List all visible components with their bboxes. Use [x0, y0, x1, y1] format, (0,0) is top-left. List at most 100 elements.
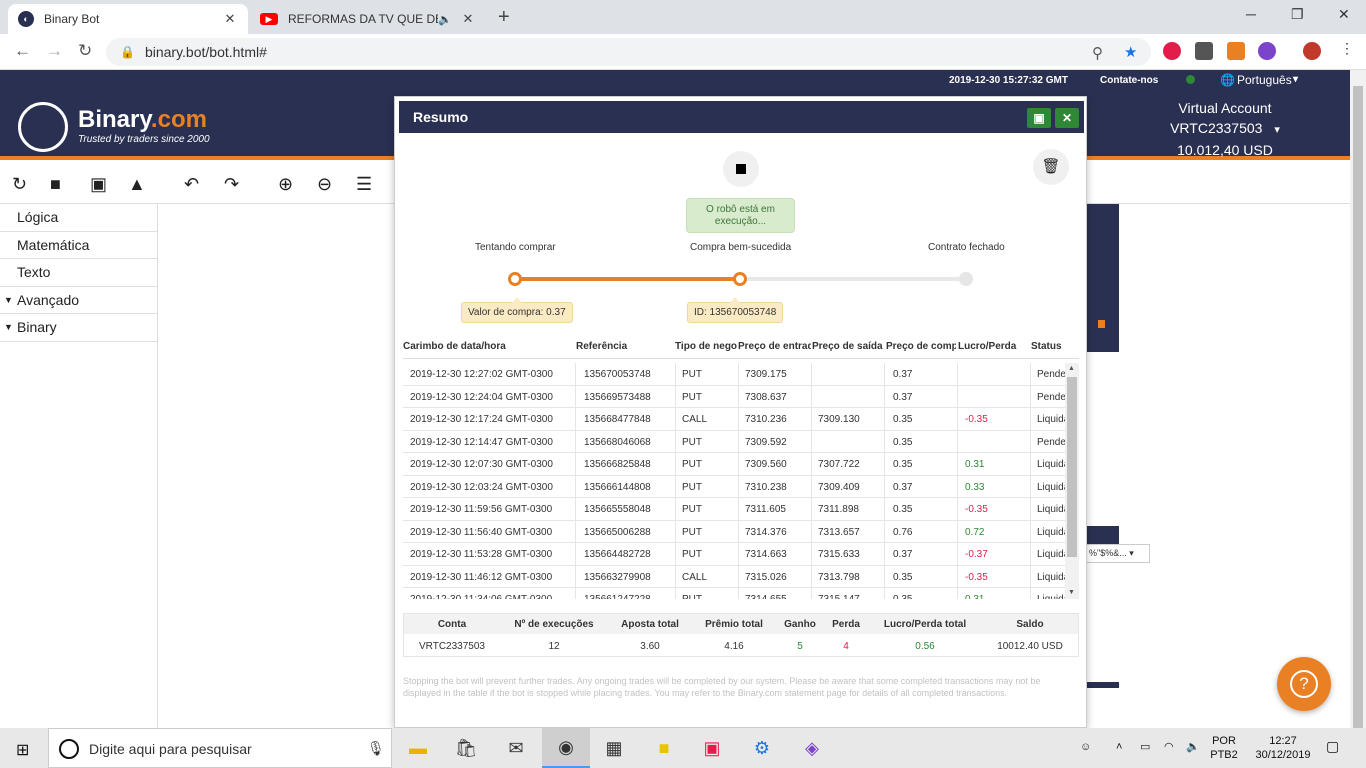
extension-color-icon[interactable]: [1258, 42, 1276, 60]
app-icon[interactable]: ⚙: [738, 728, 786, 768]
reset-icon[interactable]: ↻: [12, 174, 27, 195]
zoom-in-icon[interactable]: ⊕: [278, 174, 293, 195]
menu-icon[interactable]: ⋮: [1340, 40, 1358, 58]
windows-taskbar: ⊞ Digite aqui para pesquisar 🎙 ▬ 🛍 ✉ ◉ ▦…: [0, 728, 1366, 768]
col-status[interactable]: Status: [1031, 341, 1065, 352]
tab-youtube[interactable]: ▶ REFORMAS DA TV QUE DERA 🔈 ✕: [250, 4, 486, 34]
column-divider: [957, 430, 958, 453]
zoom-icon[interactable]: ⚲: [1092, 44, 1103, 62]
table-cell: 2019-12-30 11:34:06 GMT-0300: [410, 594, 570, 599]
folder-open-icon[interactable]: ■: [50, 174, 61, 195]
table-row: 2019-12-30 12:27:02 GMT-0300 135670053748…: [403, 363, 1065, 386]
column-divider: [675, 543, 676, 566]
maximize-icon[interactable]: ❐: [1291, 6, 1304, 23]
sum-col-total-stake: Aposta total: [621, 619, 679, 630]
col-trade-type[interactable]: Tipo de negociação: [675, 341, 737, 352]
table-scrollbar-thumb[interactable]: [1067, 377, 1077, 557]
people-icon[interactable]: ☺: [1080, 740, 1091, 754]
chevron-down-icon[interactable]: ▾: [1293, 74, 1298, 85]
star-icon[interactable]: ★: [1124, 43, 1137, 61]
tab-close-icon[interactable]: ✕: [222, 11, 238, 27]
binary-logo-icon[interactable]: [18, 102, 68, 152]
page-scrollbar[interactable]: [1350, 70, 1366, 736]
cortana-icon[interactable]: [59, 739, 79, 759]
lock-icon[interactable]: 🔒: [120, 45, 135, 59]
scroll-up-icon[interactable]: ▲: [1068, 365, 1075, 372]
brand-tagline: Trusted by traders since 2000: [78, 134, 210, 145]
windows-start-icon[interactable]: ⊞: [16, 740, 29, 760]
window-close-icon[interactable]: ✕: [1338, 6, 1350, 23]
clock[interactable]: 12:27 30/12/2019: [1250, 734, 1316, 762]
sidebar-item-texto[interactable]: Texto: [0, 259, 157, 287]
battery-icon[interactable]: ▭: [1140, 740, 1150, 754]
reload-icon[interactable]: ↻: [78, 41, 92, 61]
help-button[interactable]: ?: [1277, 657, 1331, 711]
undo-icon[interactable]: ↶: [184, 174, 199, 195]
sticky-notes-icon[interactable]: ■: [640, 728, 688, 768]
file-explorer-icon[interactable]: ▬: [394, 728, 442, 768]
extension-megaphone-icon[interactable]: [1227, 42, 1245, 60]
microphone-icon[interactable]: 🎙: [367, 740, 385, 757]
scrollbar-thumb[interactable]: [1353, 86, 1363, 736]
store-icon[interactable]: 🛍: [442, 728, 490, 768]
column-divider: [675, 498, 676, 521]
mail-icon[interactable]: ✉: [492, 728, 540, 768]
clear-stats-button[interactable]: 🗑: [1033, 149, 1069, 185]
sidebar-item-matematica[interactable]: Matemática: [0, 232, 157, 259]
col-buy-price[interactable]: Preço de compra: [886, 341, 956, 352]
sidebar-item-logica[interactable]: Lógica: [0, 204, 157, 232]
language-indicator[interactable]: POR PTB2: [1208, 734, 1240, 762]
sidebar-item-avancado[interactable]: ▼ Avançado: [0, 287, 157, 314]
account-switcher[interactable]: Virtual Account VRTC2337503 ▾ 10.012,40 …: [1160, 98, 1290, 160]
block-dropdown[interactable]: %"$%&... ▾: [1086, 544, 1150, 563]
back-icon[interactable]: ←: [14, 41, 31, 61]
workspace-block[interactable]: [1086, 526, 1119, 544]
language-selector[interactable]: Português: [1237, 73, 1292, 87]
table-cell: -0.35: [965, 504, 988, 515]
col-exit-price[interactable]: Preço de saída: [812, 341, 885, 352]
address-bar[interactable]: 🔒 binary.bot/bot.html# ⚲ ★: [106, 38, 1151, 66]
chevron-down-icon[interactable]: ▾: [1274, 124, 1280, 136]
save-summary-button[interactable]: ▣: [1027, 108, 1051, 128]
table-scrollbar[interactable]: ▲ ▼: [1065, 363, 1079, 599]
col-profit-loss[interactable]: Lucro/Perda: [958, 341, 1030, 352]
redo-icon[interactable]: ↷: [224, 174, 239, 195]
profile-avatar-icon[interactable]: [1303, 42, 1321, 60]
taskbar-search[interactable]: Digite aqui para pesquisar 🎙: [48, 728, 392, 768]
column-divider: [575, 475, 576, 498]
column-divider: [575, 565, 576, 588]
workspace-block[interactable]: [1086, 682, 1119, 688]
close-dialog-button[interactable]: ✕: [1055, 108, 1079, 128]
minimize-icon[interactable]: ─: [1246, 6, 1256, 22]
chrome-icon[interactable]: ◉: [542, 728, 590, 768]
calculator-icon[interactable]: ▦: [590, 728, 638, 768]
brand-name[interactable]: Binary.com: [78, 106, 207, 134]
extension-opera-icon[interactable]: [1163, 42, 1181, 60]
visual-studio-icon[interactable]: ◈: [788, 728, 836, 768]
globe-icon[interactable]: 🌐: [1220, 73, 1235, 87]
photos-icon[interactable]: ▣: [688, 728, 736, 768]
col-reference[interactable]: Referência: [576, 341, 674, 352]
table-cell: PUT: [682, 391, 702, 403]
stop-bot-button[interactable]: [723, 151, 759, 187]
col-timestamp[interactable]: Carimbo de data/hora: [403, 341, 575, 352]
extension-1b-icon[interactable]: [1195, 42, 1213, 60]
volume-icon[interactable]: 🔈: [1186, 740, 1200, 754]
forward-icon[interactable]: →: [46, 41, 63, 61]
col-entry-price[interactable]: Preço de entrada: [738, 341, 811, 352]
save-icon[interactable]: ▣: [90, 174, 107, 195]
scroll-down-icon[interactable]: ▼: [1068, 589, 1075, 596]
rearrange-icon[interactable]: ☰: [356, 174, 372, 195]
wifi-icon[interactable]: ◠: [1164, 740, 1174, 754]
google-drive-icon[interactable]: ▲: [128, 174, 146, 195]
tab-binary-bot[interactable]: ◐ Binary Bot ✕: [8, 4, 248, 34]
sidebar-item-binary[interactable]: ▼ Binary: [0, 314, 157, 342]
tab-close-icon[interactable]: ✕: [460, 11, 476, 27]
zoom-out-icon[interactable]: ⊖: [317, 174, 332, 195]
new-tab-button[interactable]: +: [498, 6, 510, 29]
workspace-block[interactable]: [1086, 204, 1119, 352]
speaker-icon[interactable]: 🔈: [438, 13, 452, 26]
notifications-icon[interactable]: ▢: [1326, 739, 1339, 753]
tray-chevron-icon[interactable]: ˄: [1116, 740, 1122, 754]
contact-link[interactable]: Contate-nos: [1100, 75, 1158, 86]
